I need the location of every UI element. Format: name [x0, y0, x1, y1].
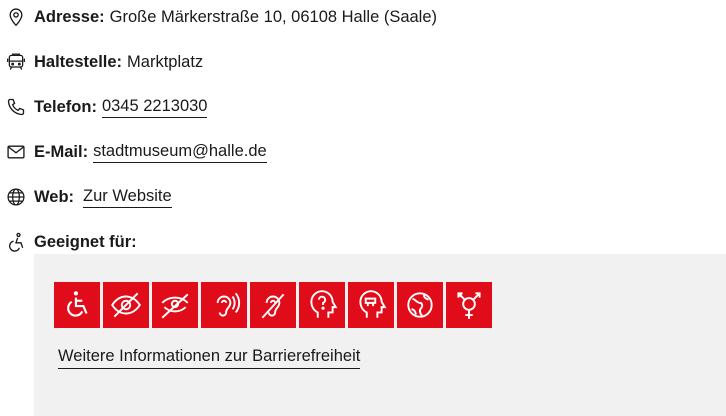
- stop-label: Haltestelle:: [34, 52, 123, 71]
- email-link[interactable]: stadtmuseum@halle.de: [93, 142, 267, 163]
- world-language-icon: [397, 282, 443, 328]
- website-link[interactable]: Zur Website: [83, 187, 172, 208]
- suitable-label: Geeignet für:: [34, 232, 137, 251]
- web-label: Web:: [34, 187, 75, 206]
- accessibility-info-link[interactable]: Weitere Informationen zur Barrierefreihe…: [58, 347, 361, 369]
- phone-label: Telefon:: [34, 97, 97, 116]
- phone-link[interactable]: 0345 2213030: [101, 97, 208, 118]
- map-pin-icon: [6, 6, 28, 28]
- suitable-row: Geeignet für:: [6, 230, 137, 254]
- deaf-icon: [250, 282, 296, 328]
- address-value: Große Märkerstraße 10, 06108 Halle (Saal…: [109, 7, 438, 26]
- blind-icon: [152, 282, 198, 328]
- hard-of-hearing-icon: [201, 282, 247, 328]
- email-label: E-Mail:: [34, 142, 89, 161]
- envelope-icon: [6, 141, 28, 163]
- phone-row: Telefon: 0345 2213030: [6, 95, 208, 119]
- accessibility-icon: [6, 231, 28, 253]
- address-label: Adresse:: [34, 7, 105, 26]
- tram-icon: [6, 51, 28, 73]
- phone-icon: [6, 96, 28, 118]
- email-row: E-Mail: stadtmuseum@halle.de: [6, 140, 267, 164]
- wheelchair-icon: [54, 282, 100, 328]
- accessibility-panel: Weitere Informationen zur Barrierefreihe…: [34, 254, 726, 416]
- learning-difficulty-icon: [348, 282, 394, 328]
- all-genders-icon: [446, 282, 492, 328]
- stop-value: Marktplatz: [127, 52, 204, 71]
- web-row: Web: Zur Website: [6, 185, 172, 209]
- stop-row: Haltestelle: Marktplatz: [6, 50, 203, 74]
- accessibility-tiles: [54, 282, 492, 328]
- globe-icon: [6, 186, 28, 208]
- visually-impaired-icon: [103, 282, 149, 328]
- address-row: Adresse: Große Märkerstraße 10, 06108 Ha…: [6, 5, 437, 29]
- cognitive-impairment-icon: [299, 282, 345, 328]
